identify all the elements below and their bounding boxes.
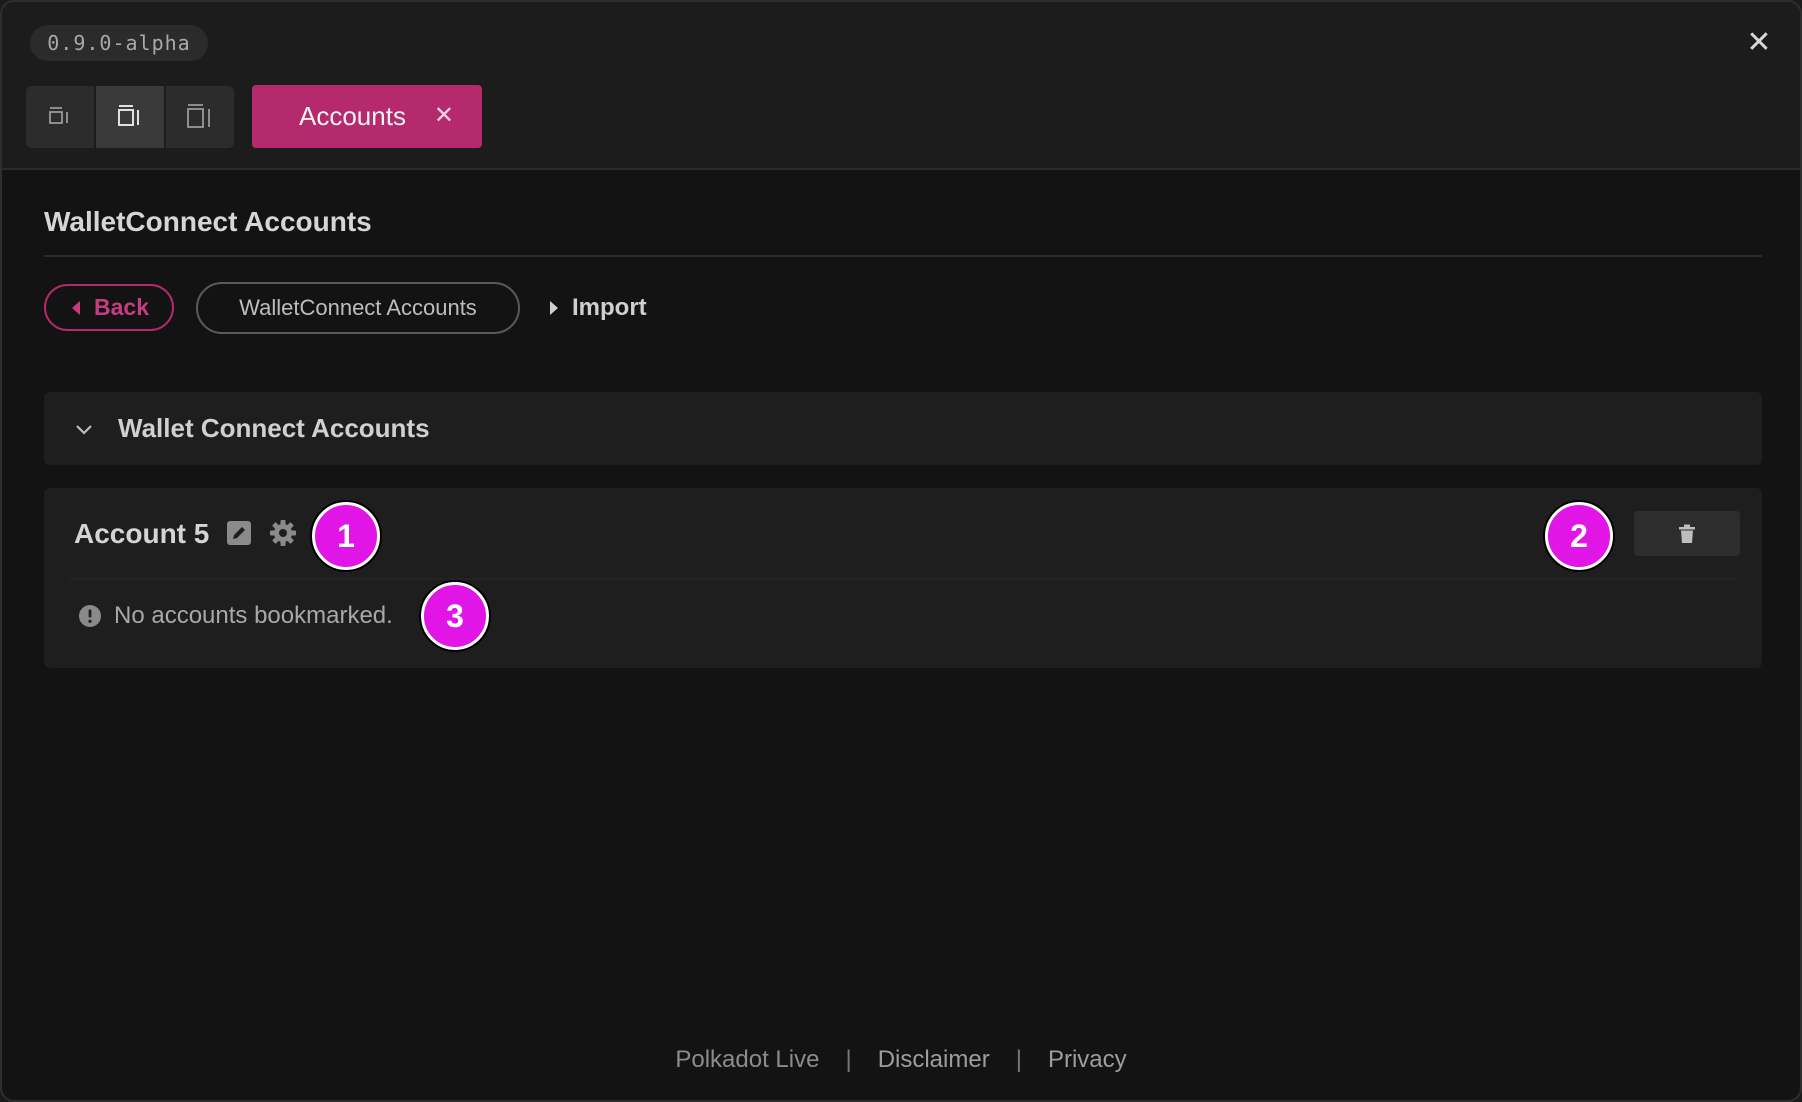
page-title: WalletConnect Accounts bbox=[44, 206, 372, 237]
empty-state-message: No accounts bookmarked. bbox=[114, 602, 393, 629]
delete-button[interactable] bbox=[1634, 511, 1740, 556]
exclamation-circle-icon bbox=[79, 605, 101, 627]
layout-large-icon bbox=[187, 104, 210, 128]
breadcrumb-import-label: Import bbox=[572, 294, 647, 321]
close-window-button[interactable]: ✕ bbox=[1744, 28, 1774, 58]
edit-icon[interactable] bbox=[226, 520, 252, 546]
footer-disclaimer-link[interactable]: Disclaimer bbox=[878, 1046, 990, 1074]
empty-state: No accounts bookmarked. bbox=[78, 602, 393, 630]
gear-icon[interactable] bbox=[268, 518, 298, 548]
header-bar: 0.9.0-alpha ✕ Accounts ✕ bbox=[2, 2, 1800, 170]
section-title: Wallet Connect Accounts bbox=[118, 413, 430, 443]
layout-toggle-group bbox=[26, 86, 234, 148]
breadcrumb-import[interactable]: Import bbox=[550, 292, 647, 324]
account-card: Account 5 No accounts bookmarked. bbox=[44, 488, 1762, 668]
account-name: Account 5 bbox=[74, 518, 210, 549]
caret-left-icon bbox=[72, 300, 80, 315]
annotation-marker-3: 3 bbox=[421, 582, 489, 650]
caret-right-icon bbox=[550, 301, 558, 315]
layout-medium-button[interactable] bbox=[96, 86, 164, 148]
annotation-marker-2: 2 bbox=[1545, 502, 1613, 570]
layout-large-button[interactable] bbox=[166, 86, 234, 148]
footer-privacy-link[interactable]: Privacy bbox=[1048, 1046, 1127, 1074]
layout-small-icon bbox=[49, 107, 68, 124]
annotation-marker-1: 1 bbox=[312, 502, 380, 570]
footer: Polkadot Live | Disclaimer | Privacy bbox=[2, 1046, 1800, 1074]
tab-close-button[interactable]: ✕ bbox=[434, 101, 454, 130]
trash-icon bbox=[1679, 524, 1695, 543]
back-button-label: Back bbox=[94, 294, 149, 320]
footer-separator: | bbox=[845, 1046, 852, 1073]
tab-accounts-label: Accounts bbox=[299, 101, 406, 131]
back-button[interactable]: Back bbox=[44, 284, 174, 331]
chevron-down-icon bbox=[76, 424, 92, 435]
tab-accounts[interactable]: Accounts ✕ bbox=[252, 85, 482, 148]
breadcrumb-current[interactable]: WalletConnect Accounts bbox=[196, 282, 520, 334]
footer-separator: | bbox=[1015, 1046, 1022, 1073]
card-divider bbox=[68, 578, 1738, 580]
section-header-wallet-connect[interactable]: Wallet Connect Accounts bbox=[44, 392, 1762, 465]
app-window: 0.9.0-alpha ✕ Accounts ✕ WalletConnect A… bbox=[0, 0, 1802, 1102]
layout-small-button[interactable] bbox=[26, 86, 94, 148]
version-badge: 0.9.0-alpha bbox=[30, 25, 208, 61]
footer-brand: Polkadot Live bbox=[675, 1046, 820, 1073]
layout-medium-icon bbox=[118, 105, 139, 126]
title-divider bbox=[44, 255, 1762, 257]
